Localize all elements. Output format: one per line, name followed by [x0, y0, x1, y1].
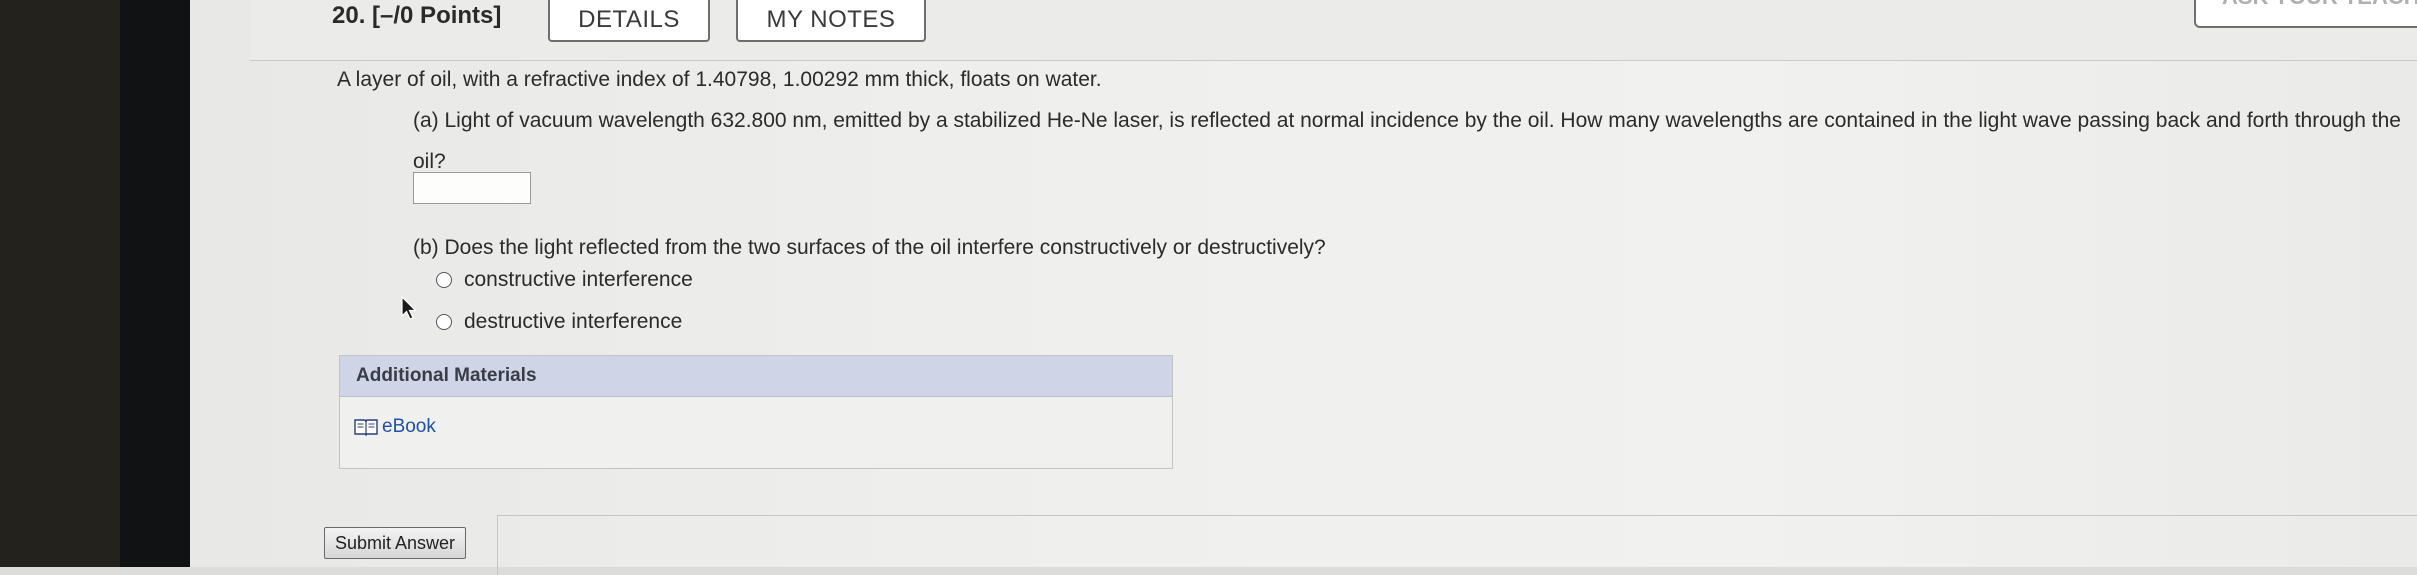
divider [497, 515, 498, 575]
question-body: A layer of oil, with a refractive index … [190, 60, 2417, 575]
question-stem: A layer of oil, with a refractive index … [337, 68, 1102, 91]
part-a-prompt: (a) Light of vacuum wavelength 632.800 n… [413, 109, 2401, 173]
option-label: destructive interference [464, 310, 683, 333]
question-number: 20. [–/0 Points] [332, 2, 502, 29]
question-header: 20. [–/0 Points] DETAILS MY NOTES ASK YO… [250, 0, 2417, 61]
part-a-answer-input[interactable] [413, 172, 531, 204]
option-destructive[interactable]: destructive interference [436, 310, 682, 334]
additional-materials-panel: Additional Materials eBook [339, 355, 1173, 469]
screen-bezel [0, 0, 120, 567]
ebook-link[interactable]: eBook [354, 416, 436, 438]
radio-button[interactable] [436, 314, 452, 330]
ask-your-teacher-button[interactable]: ASK YOUR TEACHER [2194, 0, 2417, 28]
mouse-pointer-icon [401, 296, 417, 320]
my-notes-tab[interactable]: MY NOTES [736, 0, 926, 42]
radio-button[interactable] [436, 272, 452, 288]
question-page: 20. [–/0 Points] DETAILS MY NOTES ASK YO… [190, 0, 2417, 575]
submit-answer-button[interactable]: Submit Answer [324, 527, 467, 559]
book-icon [354, 419, 378, 436]
details-tab[interactable]: DETAILS [548, 0, 710, 42]
additional-materials-heading: Additional Materials [340, 356, 1172, 397]
divider [497, 515, 2417, 516]
option-label: constructive interference [464, 268, 693, 291]
option-constructive[interactable]: constructive interference [436, 268, 693, 292]
screen-edge [120, 0, 190, 567]
ebook-label: eBook [382, 416, 436, 437]
part-b-prompt: (b) Does the light reflected from the tw… [413, 236, 1326, 259]
